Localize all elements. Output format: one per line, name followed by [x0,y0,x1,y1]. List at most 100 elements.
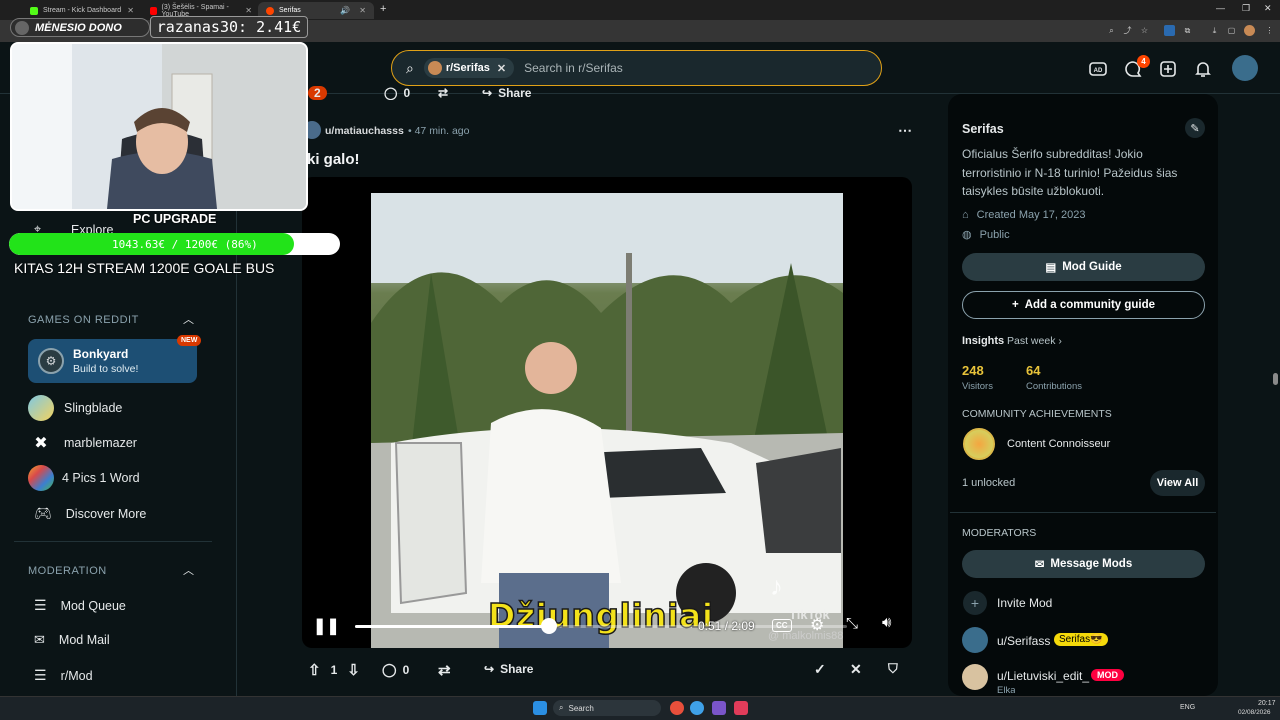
profile-avatar[interactable] [1244,25,1255,36]
community-chip[interactable]: r/Serifas ✕ [423,58,515,78]
game-bonkyard[interactable]: ⚙ Bonkyard Build to solve! [28,339,197,383]
user-avatar[interactable] [1232,55,1258,81]
insights-range[interactable]: Past week › [1007,335,1062,347]
visibility: ◍ Public [962,228,1010,242]
mod-flair: Serifas😎 [1054,633,1108,646]
clock-time[interactable]: 20:17 [1258,700,1276,707]
community-name: Serifas [962,122,1004,136]
cake-icon: ⌂ [962,209,969,221]
create-post-icon[interactable] [1158,59,1178,79]
four-pics-icon [28,465,54,491]
invite-mod-link[interactable]: Invite Mod [997,596,1052,610]
game-marblemazer[interactable]: ✖ marblemazer [28,430,137,456]
menu-dots-icon[interactable]: ⋮ [1264,25,1275,36]
edit-pencil-icon[interactable]: ✎ [1185,118,1205,138]
donation-goal-bar: 1043.63€ / 1200€ (86%) [9,233,340,255]
svg-text:AD: AD [1094,68,1103,74]
add-community-guide-button[interactable]: + Add a community guide [962,291,1205,319]
chrome-active-icon[interactable] [690,701,704,715]
tiktok-app-icon[interactable] [734,701,748,715]
post-title[interactable]: ki galo! [307,151,360,168]
volume-icon[interactable]: 🔊︎ [882,614,891,631]
clock-date[interactable]: 02/08/2026 [1238,709,1271,716]
collapse-chevron-icon[interactable]: ︿ [183,311,194,327]
mod-name[interactable]: u/Serifass [997,634,1050,648]
invite-plus-icon: + [963,591,987,615]
start-windows-icon[interactable] [533,701,547,715]
extensions-puzzle-icon[interactable]: ⧉ [1182,25,1193,36]
mod-shield-icon[interactable]: ⛉ [888,661,898,677]
download-icon[interactable]: ⤓ [1209,25,1220,36]
close-icon[interactable]: ✕ [245,6,252,15]
collapse-chevron-icon[interactable]: ︿ [183,562,194,578]
visitors-label: Visitors [962,381,993,392]
post-author[interactable]: u/matiauchasss [325,125,404,137]
nav-mod-mail[interactable]: ✉ Mod Mail [34,632,110,648]
game-4pics1word[interactable]: 4 Pics 1 Word [28,465,140,491]
slingblade-icon [28,395,54,421]
divider [950,512,1216,513]
mod-avatar[interactable] [962,627,988,653]
previous-comments[interactable]: ◯ 0 [384,86,410,100]
captions-icon[interactable]: CC [772,619,792,632]
speaker-icon[interactable]: 🔊 [340,6,350,15]
minimize-icon[interactable]: — [1216,3,1225,13]
downvote-icon[interactable]: ⇩ [347,661,360,679]
language-indicator[interactable]: ENG [1180,704,1195,711]
mod-avatar[interactable] [962,664,988,690]
share-button[interactable]: ↪ Share [484,662,533,676]
insights-label: Insights [962,335,1005,347]
mod-name[interactable]: u/Lietuviski_edit_ [997,669,1089,683]
zoom-icon[interactable]: ⌕ [1106,25,1117,36]
new-tab-button[interactable]: + [380,3,386,15]
ads-icon[interactable]: AD [1088,59,1108,79]
app-icon[interactable] [712,701,726,715]
previous-crosspost[interactable]: ⇄ [438,86,448,100]
discover-more[interactable]: 🎮︎ Discover More [34,505,146,522]
close-icon[interactable]: ✕ [127,6,134,15]
mail-icon: ✉ [34,632,45,647]
comments-button[interactable]: ◯ 0 [382,662,409,678]
bookmark-star-icon[interactable]: ☆ [1139,25,1150,36]
mod-guide-button[interactable]: ▤ Mod Guide [962,253,1205,281]
goal-title: PC UPGRADE [133,212,217,226]
crosspost-icon[interactable]: ⇄ [438,661,451,679]
mod-flair: MOD [1091,669,1124,681]
games-heading: GAMES ON REDDIT [28,314,139,326]
chrome-icon[interactable] [670,701,684,715]
extension-icon[interactable] [1164,25,1175,36]
tab-kick-dashboard[interactable]: Stream - Kick Dashboard ✕ [22,2,142,19]
goal-subtext: KITAS 12H STREAM 1200E GOALE BUS [14,260,275,276]
search-bar[interactable]: ⌕ r/Serifas ✕ Search in r/Serifas [391,50,882,86]
divider [14,541,212,542]
notifications-bell-icon[interactable] [1193,59,1213,79]
marblemazer-icon: ✖ [34,435,48,452]
vote-control[interactable]: ⇧ 1 ⇩ [308,661,360,679]
remove-x-icon[interactable]: ✕ [850,661,862,678]
close-icon[interactable]: ✕ [359,6,366,15]
approve-check-icon[interactable]: ✓ [814,661,826,678]
search-input[interactable]: Search in r/Serifas [524,61,623,75]
previous-share[interactable]: ↪ Share [482,86,531,100]
close-window-icon[interactable]: ✕ [1264,3,1272,14]
nav-r-mod[interactable]: ☰ r/Mod [34,667,93,684]
previous-vote-pill[interactable]: 2 [308,86,327,100]
more-options-icon[interactable]: ⋯ [898,122,912,139]
sidepanel-icon[interactable]: ▢ [1226,25,1237,36]
page-scrollbar[interactable] [1273,373,1278,385]
pause-icon[interactable]: ❚❚ [313,616,340,636]
view-all-button[interactable]: View All [1150,470,1205,496]
plus-icon: + [1011,299,1019,311]
taskbar-search[interactable]: ⌕ Search [553,700,661,716]
settings-gear-icon[interactable]: ⚙ [810,615,824,635]
fullscreen-icon[interactable]: ⤡ [846,615,858,632]
queue-icon: ☰ [34,667,47,683]
maximize-icon[interactable]: ❐ [1242,3,1250,14]
game-slingblade[interactable]: Slingblade [28,395,122,421]
comment-icon: ◯ [382,662,397,677]
message-mods-button[interactable]: ✉ Message Mods [962,550,1205,578]
chip-close-icon[interactable]: ✕ [497,62,506,75]
upvote-icon[interactable]: ⇧ [308,661,321,679]
share-icon[interactable]: ⤴ [1122,25,1133,36]
nav-mod-queue[interactable]: ☰ Mod Queue [34,597,126,614]
